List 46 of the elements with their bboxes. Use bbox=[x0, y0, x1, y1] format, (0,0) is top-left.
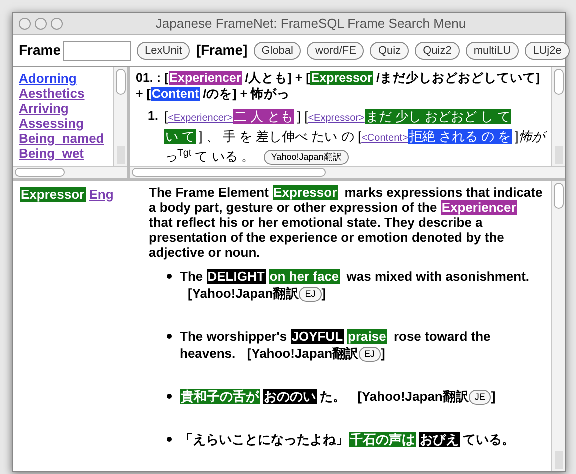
example-sentence: The DELIGHT on her face was mixed with asonishment. [Yahoo!Japan翻訳 EJ ] bbox=[180, 268, 531, 302]
menu-button[interactable]: Quiz bbox=[370, 42, 410, 60]
frame-pattern: 01. : [Experiencer /人とも] + [Expressor /まだ少しおどおどしていて] + [Content /のを] + 怖がっ bbox=[136, 70, 542, 102]
frame-link[interactable]: Adorning bbox=[19, 71, 113, 86]
menu-button[interactable]: LUj2e bbox=[525, 42, 570, 60]
horizontal-scrollbar[interactable] bbox=[13, 166, 127, 178]
window-control[interactable] bbox=[51, 18, 63, 30]
element-tag-link[interactable]: <Expressor> bbox=[308, 113, 365, 124]
window-title: Japanese FrameNet: FrameSQL Frame Search Menu bbox=[154, 14, 468, 33]
menu-button[interactable]: word/FE bbox=[307, 42, 364, 60]
translate-button[interactable]: Yahoo!Japan翻訳 bbox=[264, 150, 349, 166]
vertical-scrollbar[interactable] bbox=[113, 67, 127, 166]
bullet-icon bbox=[167, 394, 172, 400]
menu-button[interactable]: multiLU bbox=[466, 42, 520, 60]
frame-link[interactable]: Aesthetics bbox=[19, 86, 113, 101]
frame-label: Frame bbox=[19, 41, 62, 60]
example-sentence: The worshipper's JOYFUL praise rose toward the heavens. [Yahoo!Japan翻訳 EJ ] bbox=[180, 328, 492, 362]
example-sentence: 「えらいことになったよね」千石の声は おびえ ている。 bbox=[180, 431, 515, 448]
bullet-icon bbox=[167, 334, 172, 340]
frame-link[interactable]: Arriving bbox=[19, 101, 113, 116]
window-control[interactable] bbox=[19, 18, 31, 30]
definition-text: The Frame Element Expressor marks expressions that indicate a body part, gesture or other expression of the Experiencer that reflect his or her emotional state. They describe a presentation of the experience or emotion denoted by the adjective or noun. bbox=[149, 185, 543, 260]
frame-link[interactable]: Being_named bbox=[19, 131, 113, 146]
element-tag-link[interactable]: <Experiencer> bbox=[168, 113, 234, 124]
window-control[interactable] bbox=[35, 18, 47, 30]
bullet-icon bbox=[167, 274, 172, 279]
bullet-icon bbox=[167, 437, 172, 442]
frame-link[interactable]: Being_wet bbox=[19, 146, 113, 161]
horizontal-scrollbar[interactable] bbox=[130, 166, 565, 178]
menu-button[interactable]: Quiz2 bbox=[415, 42, 460, 60]
annotated-sentence: [<Experiencer>二 人 とも ] [<Expressor>まだ 少し おどおど し て い て ] 、 手 を 差し伸べ たい の [<Content>拒絶 される の を ]怖がっ$^{Tgt}$ て いる 。 Yahoo!Japan翻訳 bbox=[164, 108, 545, 166]
frame-link[interactable]: Assessing bbox=[19, 116, 113, 131]
example-sentence: 貴和子の舌が おののい た。 [Yahoo!Japan翻訳 JE ] bbox=[180, 388, 496, 406]
element-highlight: Expressor bbox=[20, 187, 86, 202]
element-tag-link[interactable]: <Content> bbox=[362, 133, 408, 144]
frame-input-field[interactable] bbox=[63, 40, 132, 60]
translate-button[interactable]: EJ bbox=[299, 287, 322, 302]
menu-button[interactable]: LexUnit bbox=[137, 42, 190, 60]
menu-button[interactable]: Global bbox=[254, 42, 302, 60]
vertical-scrollbar[interactable] bbox=[551, 67, 565, 166]
example-number: 1. bbox=[148, 108, 158, 125]
translate-button[interactable]: JE bbox=[468, 390, 492, 406]
english-link[interactable]: Eng bbox=[89, 187, 114, 202]
vertical-scrollbar[interactable] bbox=[551, 181, 565, 471]
current-page-label: [Frame] bbox=[196, 41, 248, 60]
translate-button[interactable]: EJ bbox=[358, 347, 382, 362]
